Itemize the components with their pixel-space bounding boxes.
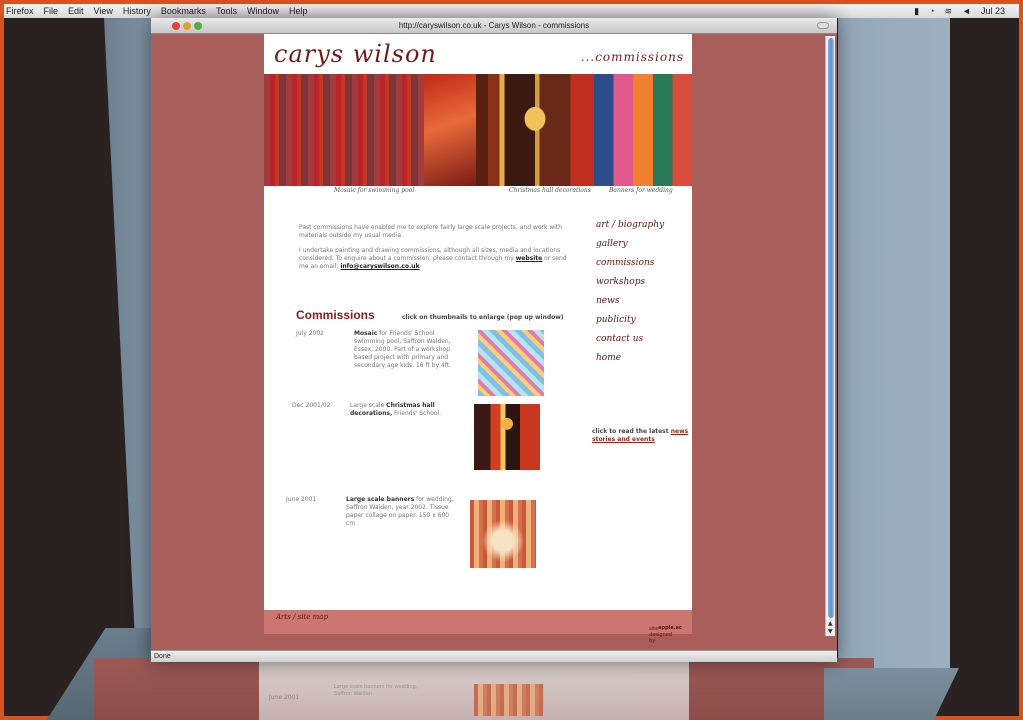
zoom-window-icon[interactable] <box>194 22 202 30</box>
thumbnail-christmas-hall[interactable] <box>474 404 540 470</box>
vertical-scrollbar[interactable]: ▲ ▼ <box>825 36 835 636</box>
scroll-down-icon[interactable]: ▼ <box>828 628 833 635</box>
banner-hall-image <box>476 74 594 186</box>
right-floor-panel <box>824 668 959 720</box>
banner-drape-image <box>424 74 476 186</box>
banner-mosaic-image <box>264 74 424 186</box>
minimize-window-icon[interactable] <box>183 22 191 30</box>
header-banner <box>264 74 692 186</box>
mac-menubar: Firefox File Edit View History Bookmarks… <box>4 4 1019 18</box>
site-logo[interactable]: carys wilson <box>274 40 437 68</box>
news-note: click to read the latest news stories an… <box>592 428 692 444</box>
menu-help[interactable]: Help <box>289 6 308 16</box>
clock-icon[interactable]: ◔ <box>929 6 934 17</box>
row-desc-2: Friends' School. <box>394 410 442 417</box>
reflection-image <box>474 684 544 716</box>
menu-view[interactable]: View <box>94 6 113 16</box>
battery-icon[interactable]: ▮ <box>914 6 919 17</box>
row-text-2: Large scale Christmas hall decorations, … <box>350 402 458 418</box>
news-note-text: click to read the latest <box>592 428 669 435</box>
thumbnail-mosaic[interactable] <box>478 330 544 396</box>
email-link[interactable]: info@caryswilson.co.uk <box>340 263 419 270</box>
menubar-extras: ▮ ◔ ≋ ◄ Jul 23 <box>914 6 1019 17</box>
nav-contact-us[interactable]: contact us <box>596 334 686 353</box>
row-title-1: Mosaic <box>354 330 378 337</box>
window-title: http://caryswilson.co.uk - Carys Wilson … <box>398 21 590 30</box>
reflection-date: June 2001 <box>269 694 300 701</box>
scrollbar-thumb[interactable] <box>828 38 834 618</box>
window-titlebar[interactable]: http://caryswilson.co.uk - Carys Wilson … <box>151 18 837 34</box>
menubar-clock[interactable]: Jul 23 <box>981 6 1005 17</box>
footer-credit: site designed by apple.ac <box>649 625 682 644</box>
section-title: ...commissions <box>580 50 684 64</box>
site-nav: art / biography gallery commissions work… <box>596 220 686 372</box>
status-text: Done <box>154 653 171 660</box>
thumbnail-banners[interactable] <box>470 500 536 568</box>
caption-mosaic: Mosaic for swimming pool <box>334 187 415 194</box>
row-date-1: July 2002 <box>296 330 324 337</box>
nav-gallery[interactable]: gallery <box>596 239 686 258</box>
window-controls <box>172 22 202 30</box>
banner-wedding-image <box>594 74 692 186</box>
web-page: carys wilson ...commissions Mosaic for s… <box>264 34 692 634</box>
banner-captions: Mosaic for swimming pool Christmas hall … <box>264 187 692 199</box>
close-window-icon[interactable] <box>172 22 180 30</box>
reflection-text: Large scale banners for wedding, Saffron… <box>334 684 418 697</box>
status-bar: Done <box>151 650 837 662</box>
footer-credit-text: site designed by <box>649 626 672 644</box>
intro-paragraph-1: Past commissions have enabled me to expl… <box>299 224 563 239</box>
commissions-heading: Commissions <box>296 308 375 322</box>
caption-hall: Christmas hall decorations <box>509 187 591 194</box>
website-link[interactable]: website <box>516 255 542 262</box>
site-header: carys wilson ...commissions <box>264 34 692 74</box>
row-date-3: June 2001 <box>286 496 317 503</box>
caption-banners: Banners for wedding <box>609 187 673 194</box>
nav-publicity[interactable]: publicity <box>596 315 686 334</box>
row-pre-2: Large scale <box>350 402 385 409</box>
commissions-hint: click on thumbnails to enlarge (pop up w… <box>402 314 564 321</box>
scroll-up-icon[interactable]: ▲ <box>828 620 833 627</box>
nav-news[interactable]: news <box>596 296 686 315</box>
intro-paragraph-2: I undertake painting and drawing commiss… <box>299 247 569 271</box>
footer-credit-band: site designed by apple.ac <box>264 624 692 644</box>
browser-window: http://caryswilson.co.uk - Carys Wilson … <box>151 18 837 662</box>
toolbar-toggle-icon[interactable] <box>817 22 829 29</box>
right-wall-panel <box>838 18 950 668</box>
menu-bookmarks[interactable]: Bookmarks <box>161 6 206 16</box>
menu-tools[interactable]: Tools <box>216 6 237 16</box>
nav-commissions[interactable]: commissions <box>596 258 686 277</box>
row-text-3: Large scale banners for wedding, Saffron… <box>346 496 454 528</box>
menu-history[interactable]: History <box>123 6 151 16</box>
nav-workshops[interactable]: workshops <box>596 277 686 296</box>
menu-firefox[interactable]: Firefox <box>6 6 34 16</box>
volume-icon[interactable]: ◄ <box>962 6 971 17</box>
menu-edit[interactable]: Edit <box>68 6 84 16</box>
wifi-icon[interactable]: ≋ <box>945 6 953 17</box>
menu-window[interactable]: Window <box>247 6 279 16</box>
page-footer: Arts / site map <box>264 610 692 624</box>
nav-home[interactable]: home <box>596 353 686 372</box>
footer-sitemap-link[interactable]: Arts / site map <box>276 613 328 621</box>
row-text-1: Mosaic for Friends' School swimming pool… <box>354 330 462 370</box>
menu-file[interactable]: File <box>44 6 59 16</box>
intro-text: Past commissions have enabled me to expl… <box>299 224 569 278</box>
row-title-3: Large scale banners <box>346 496 415 503</box>
nav-art-biography[interactable]: art / biography <box>596 220 686 239</box>
row-date-2: Dec 2001/02 <box>292 402 331 409</box>
